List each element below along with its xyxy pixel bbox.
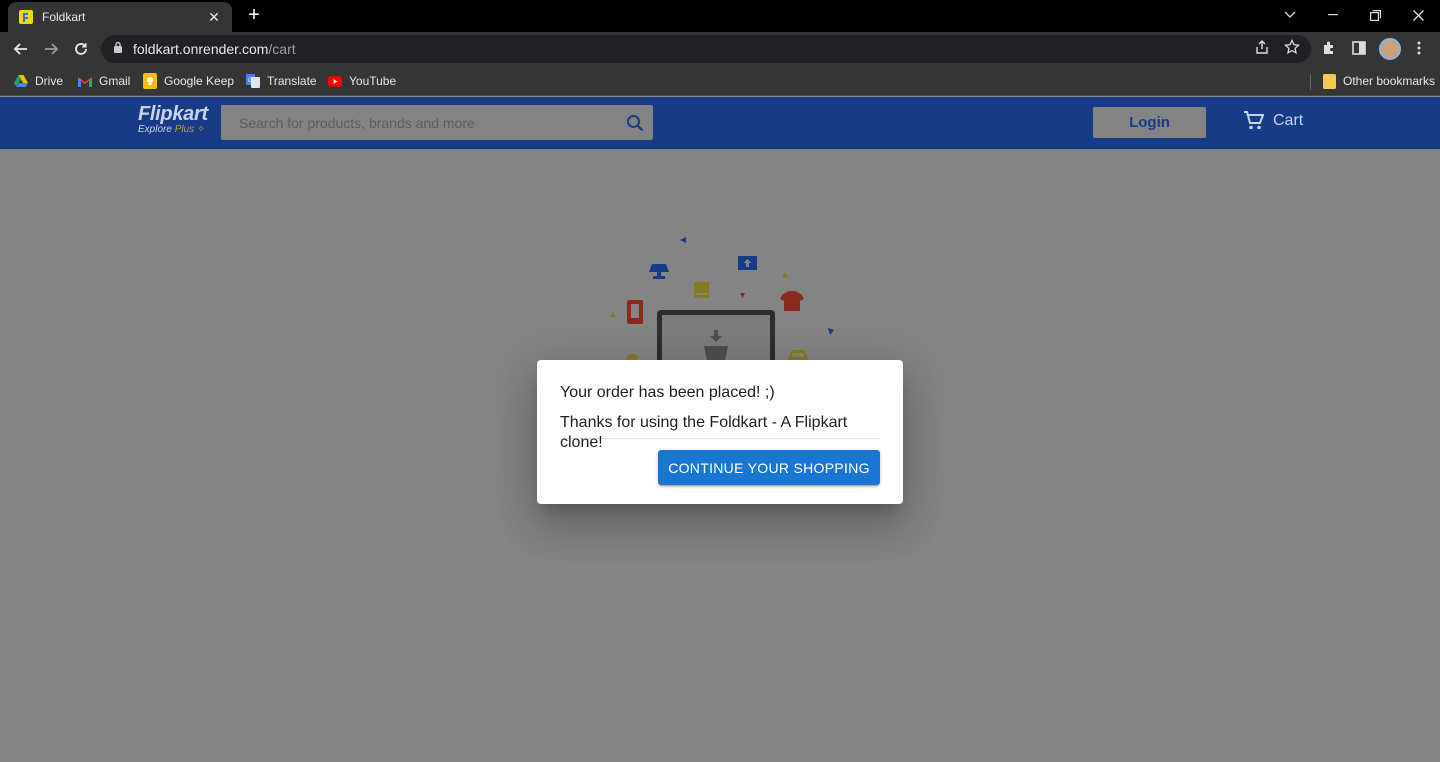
menu-dots-icon[interactable] — [1408, 37, 1430, 59]
search-input[interactable] — [221, 105, 617, 140]
order-placed-dialog: Your order has been placed! ;) Thanks fo… — [537, 360, 903, 504]
bookmark-star-icon[interactable] — [1283, 38, 1301, 56]
svg-text:G: G — [248, 78, 253, 84]
flipkart-logo[interactable]: Flipkart Explore Plus ✧ — [138, 103, 208, 135]
restore-icon[interactable] — [1353, 0, 1397, 30]
close-window-icon[interactable] — [1396, 0, 1440, 30]
bookmark-youtube[interactable]: YouTube — [328, 72, 396, 90]
phone-icon — [627, 300, 643, 324]
cart-icon — [1243, 111, 1264, 131]
side-panel-icon[interactable] — [1348, 37, 1370, 59]
book-icon — [694, 282, 709, 298]
drive-icon — [14, 74, 28, 88]
address-bar[interactable]: foldkart.onrender.com/cart — [101, 35, 1311, 63]
thanks-message: Thanks for using the Foldkart - A Flipka… — [560, 414, 848, 451]
tab-search-icon[interactable] — [1268, 0, 1312, 30]
url-text: foldkart.onrender.com/cart — [133, 41, 296, 57]
bookmark-google-keep[interactable]: Google Keep — [143, 72, 234, 90]
login-button[interactable]: Login — [1093, 107, 1206, 138]
tshirt-icon — [780, 291, 804, 311]
back-arrow-icon[interactable] — [9, 37, 33, 61]
translate-icon: G — [246, 74, 260, 88]
lock-icon — [113, 40, 123, 58]
cart-link[interactable]: Cart — [1243, 111, 1303, 131]
cart-label: Cart — [1273, 112, 1304, 129]
bookmarks-divider — [1310, 74, 1311, 90]
other-bookmarks-folder[interactable]: Other bookmarks — [1322, 72, 1435, 90]
dialog-divider — [560, 438, 880, 439]
forward-arrow-icon[interactable] — [39, 37, 63, 61]
bookmark-gmail[interactable]: Gmail — [78, 72, 130, 90]
gmail-icon — [78, 74, 92, 88]
site-header: Flipkart Explore Plus ✧ Login Cart — [0, 97, 1440, 149]
bookmarks-bar: Drive Gmail Google Keep G Translate YouT… — [0, 66, 1440, 96]
search-icon[interactable] — [617, 105, 653, 140]
tab-title: Foldkart — [42, 10, 86, 24]
plus-star-icon: ✧ — [196, 124, 206, 135]
profile-avatar[interactable] — [1379, 38, 1401, 60]
browser-tab[interactable]: Foldkart ✕ — [8, 2, 232, 32]
order-placed-message: Your order has been placed! ;) — [560, 384, 775, 401]
logo-tagline: Explore Plus ✧ — [138, 124, 206, 135]
bookmark-translate[interactable]: G Translate — [246, 72, 317, 90]
share-icon[interactable] — [1253, 38, 1271, 56]
folder-icon — [1322, 73, 1336, 89]
minimize-icon[interactable] — [1311, 0, 1355, 30]
keep-icon — [143, 73, 157, 89]
flipkart-favicon-icon — [18, 9, 34, 25]
extensions-puzzle-icon[interactable] — [1318, 37, 1340, 59]
browser-toolbar: foldkart.onrender.com/cart — [0, 32, 1440, 66]
search-bar — [221, 105, 653, 140]
reload-icon[interactable] — [69, 37, 93, 61]
empty-cart-illustration — [610, 237, 834, 370]
bookmark-drive[interactable]: Drive — [14, 72, 63, 90]
new-tab-button[interactable]: + — [244, 5, 264, 27]
upload-box-icon — [738, 256, 757, 270]
continue-shopping-button[interactable]: CONTINUE YOUR SHOPPING — [658, 450, 880, 485]
logo-wordmark: Flipkart — [138, 103, 208, 125]
lamp-icon — [649, 264, 669, 279]
youtube-icon — [328, 74, 342, 88]
tab-close-icon[interactable]: ✕ — [206, 9, 222, 26]
browser-tab-strip: Foldkart ✕ + — [0, 0, 1440, 32]
dialog-actions: CONTINUE YOUR SHOPPING — [560, 450, 880, 485]
